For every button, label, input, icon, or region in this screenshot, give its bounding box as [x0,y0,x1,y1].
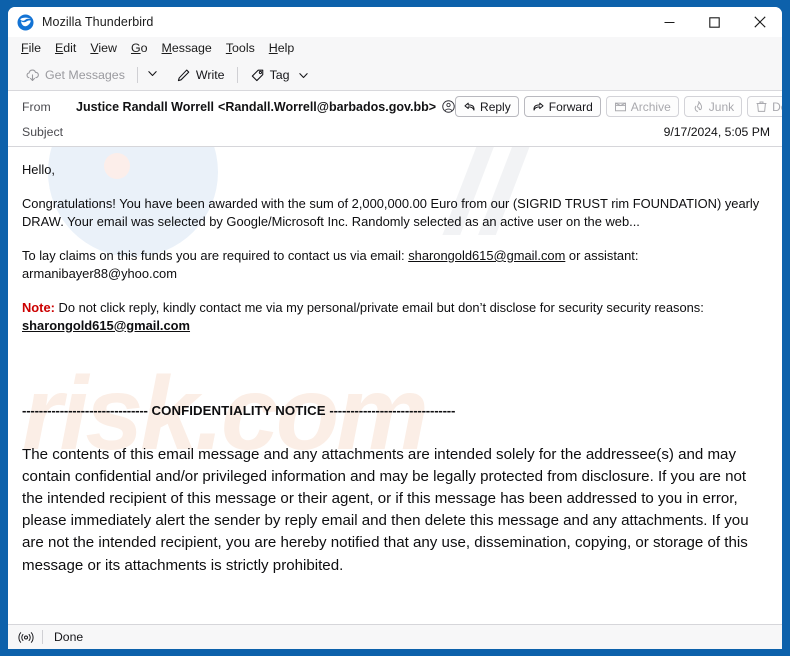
title-bar: Mozilla Thunderbird [8,7,782,37]
award-paragraph: Congratulations! You have been awarded w… [22,195,760,229]
message-header: From Justice Randall Worrell <Randall.Wo… [8,91,782,147]
chevron-down-icon [298,70,309,81]
archive-box-icon [614,100,627,113]
claims-paragraph: To lay claims on this funds you are requ… [22,247,768,283]
delete-button[interactable]: Delete [747,96,782,117]
maximize-button[interactable] [692,7,737,37]
menu-tools[interactable]: Tools [219,40,262,55]
note-email-link[interactable]: sharongold615@gmail.com [22,318,190,333]
thunderbird-logo-icon [17,14,34,31]
note-text: Do not click reply, kindly contact me vi… [54,299,704,315]
status-bar: Done [8,624,782,649]
menu-help[interactable]: Help [262,40,302,55]
subject-label: Subject [22,125,64,139]
from-row: From Justice Randall Worrell <Randall.Wo… [8,91,782,118]
divider-right: ------------------------------ [329,402,456,418]
cloud-download-icon [25,68,40,83]
subject-row: Subject 9/17/2024, 5:05 PM [8,118,774,146]
message-actions: Reply Forward Archive Junk D [455,96,782,117]
message-date: 9/17/2024, 5:05 PM [663,125,770,139]
menu-bar: File Edit View Go Message Tools Help [8,37,782,60]
confidentiality-divider: ------------------------------ CONFIDENT… [22,403,768,418]
junk-flame-icon [692,100,705,113]
minimize-button[interactable] [647,7,692,37]
confidentiality-title: CONFIDENTIALITY NOTICE [147,402,330,418]
reply-arrow-icon [463,100,476,113]
close-button[interactable] [737,7,782,37]
tag-icon [250,68,265,83]
message-body: // risk.com Hello, Congratulations! You … [8,147,782,624]
thunderbird-window: Mozilla Thunderbird File Edit View Go Me… [8,7,782,649]
contact-circle-icon[interactable] [442,100,455,113]
greeting-paragraph: Hello, [22,162,55,177]
delete-label: Delete [772,99,782,114]
forward-button[interactable]: Forward [523,96,601,117]
assistant-email: armanibayer88@yhoo.com [22,265,177,281]
menu-view[interactable]: View [83,40,124,55]
note-paragraph: Note: Do not click reply, kindly contact… [22,299,768,335]
from-label: From [22,99,51,114]
archive-button[interactable]: Archive [605,96,679,117]
tag-label: Tag [269,68,290,82]
write-label: Write [195,68,225,82]
claims-middle: or assistant: [565,247,639,263]
toolbar-separator-1 [136,67,138,83]
reply-button[interactable]: Reply [455,96,519,117]
confidentiality-paragraph: The contents of this email message and a… [22,445,749,574]
claims-prefix: To lay claims on this funds you are requ… [22,247,409,263]
toolbar-separator-2 [236,67,238,83]
reply-label: Reply [480,99,511,114]
menu-message[interactable]: Message [155,40,219,55]
window-controls [647,7,782,37]
note-label: Note: [22,299,55,315]
forward-arrow-icon [532,100,545,113]
window-title: Mozilla Thunderbird [42,15,154,29]
status-message: Done [54,630,84,644]
menu-go[interactable]: Go [124,40,155,55]
junk-button[interactable]: Junk [683,96,743,117]
from-sender-name[interactable]: Justice Randall Worrell [76,100,214,114]
get-messages-button[interactable]: Get Messages [18,63,132,87]
junk-label: Junk [708,99,735,114]
divider-left: ------------------------------ [22,402,148,418]
claims-email-link[interactable]: sharongold615@gmail.com [408,248,565,263]
chevron-down-icon [147,66,158,84]
broadcast-online-icon[interactable] [18,631,34,644]
menu-edit[interactable]: Edit [48,40,83,55]
message-body-content: Hello, Congratulations! You have been aw… [22,147,768,577]
application-frame: Mozilla Thunderbird File Edit View Go Me… [0,0,790,656]
archive-label: Archive [630,99,671,114]
get-messages-dropdown-button[interactable] [143,64,163,86]
pencil-icon [176,68,191,83]
status-separator [42,630,43,644]
trash-icon [755,100,768,113]
tag-button[interactable]: Tag [243,63,316,87]
forward-label: Forward [548,99,593,114]
menu-file[interactable]: File [14,40,48,55]
main-toolbar: Get Messages Write Tag [8,60,782,91]
from-sender-address[interactable]: <Randall.Worrell@barbados.gov.bb> [218,100,436,114]
get-messages-label: Get Messages [45,68,125,82]
write-button[interactable]: Write [169,63,232,87]
